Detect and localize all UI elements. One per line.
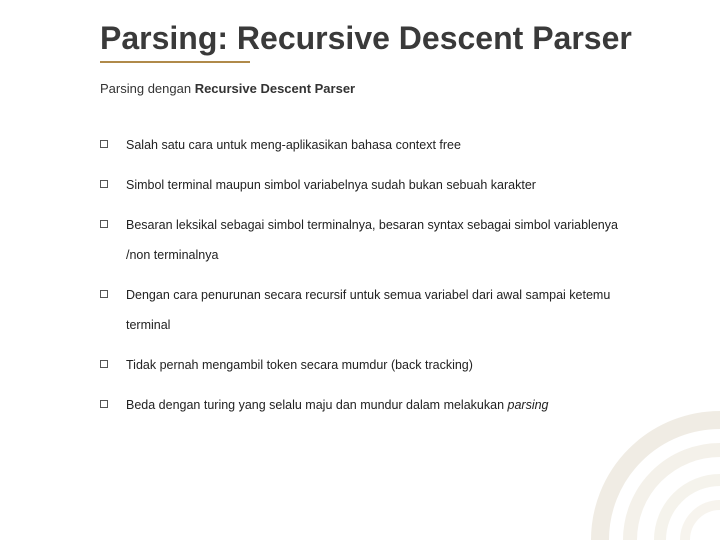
bullet-box-icon <box>100 180 108 188</box>
list-item: Tidak pernah mengambil token secara mumd… <box>100 350 640 380</box>
bullet-text: Tidak pernah mengambil token secara mumd… <box>126 358 473 372</box>
bullet-text: Dengan cara penurunan secara recursif un… <box>126 288 610 332</box>
subtitle-prefix: Parsing dengan <box>100 81 195 96</box>
bullet-box-icon <box>100 290 108 298</box>
list-item: Beda dengan turing yang selalu maju dan … <box>100 390 640 420</box>
bullet-text: Simbol terminal maupun simbol variabelny… <box>126 178 536 192</box>
list-item: Besaran leksikal sebagai simbol terminal… <box>100 210 640 270</box>
bullet-text: Salah satu cara untuk meng-aplikasikan b… <box>126 138 461 152</box>
bullet-list: Salah satu cara untuk meng-aplikasikan b… <box>100 130 640 420</box>
bullet-text: Beda dengan turing yang selalu maju dan … <box>126 398 508 412</box>
list-item: Salah satu cara untuk meng-aplikasikan b… <box>100 130 640 160</box>
slide: Parsing: Recursive Descent Parser Parsin… <box>0 0 720 540</box>
bullet-box-icon <box>100 220 108 228</box>
list-item: Dengan cara penurunan secara recursif un… <box>100 280 640 340</box>
bullet-italic: parsing <box>508 398 549 412</box>
title-underline <box>100 61 250 63</box>
bullet-box-icon <box>100 140 108 148</box>
slide-subtitle: Parsing dengan Recursive Descent Parser <box>100 81 640 96</box>
bullet-text: Besaran leksikal sebagai simbol terminal… <box>126 218 618 262</box>
list-item: Simbol terminal maupun simbol variabelny… <box>100 170 640 200</box>
bullet-box-icon <box>100 360 108 368</box>
bullet-box-icon <box>100 400 108 408</box>
slide-title: Parsing: Recursive Descent Parser <box>100 20 640 57</box>
subtitle-emphasis: Recursive Descent Parser <box>195 81 355 96</box>
